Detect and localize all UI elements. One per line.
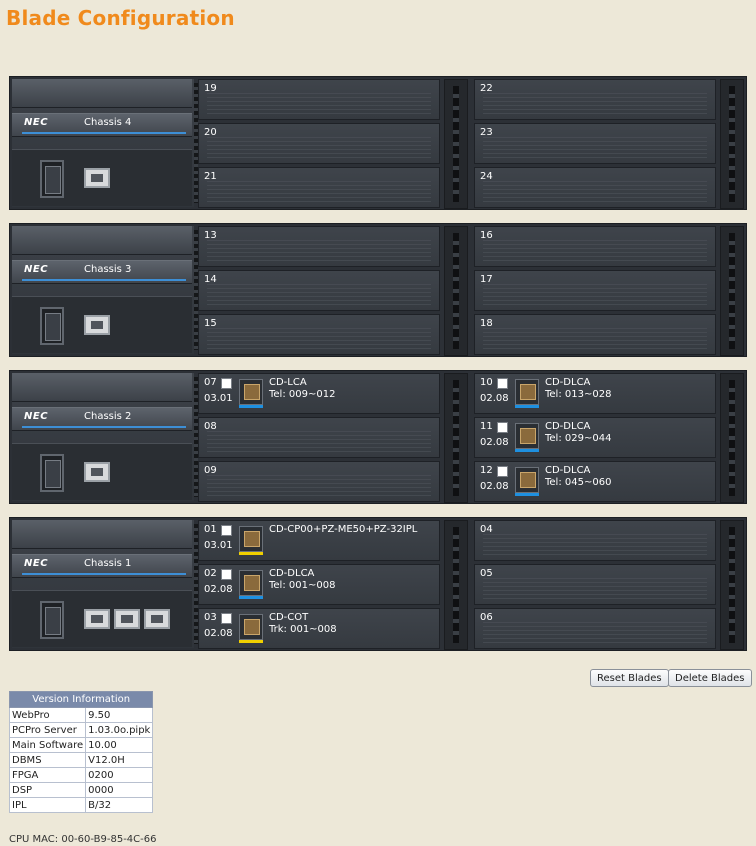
slot-01[interactable]: 01 03.01 CD-CP00+PZ-ME50+PZ-32IPL <box>198 520 440 561</box>
bay-left: 13 14 15 <box>198 226 472 356</box>
lan-port-icon <box>84 609 110 629</box>
slot-24[interactable]: 24 <box>474 167 716 208</box>
bay-left: 07 03.01 CD-LCA Tel: 009~012 08 09 <box>198 373 472 503</box>
chassis-label: Chassis 3 <box>84 264 132 275</box>
nec-logo: NEC <box>24 117 49 128</box>
bay-right: 16 17 18 <box>474 226 748 356</box>
slot-17[interactable]: 17 <box>474 270 716 311</box>
card-name: CD-LCA <box>269 377 307 388</box>
bay-right: 04 05 06 <box>474 520 748 650</box>
card-name: CD-DLCA <box>545 421 591 432</box>
bay-right: 22 23 24 <box>474 79 748 209</box>
slot-checkbox[interactable] <box>221 569 232 580</box>
card-name: CD-DLCA <box>545 377 591 388</box>
bay-right: 10 02.08 CD-DLCA Tel: 013~028 11 02.08 C… <box>474 373 748 503</box>
chassis-label: Chassis 1 <box>84 558 132 569</box>
page-title: Blade Configuration <box>6 6 235 30</box>
lan-port-icon <box>144 609 170 629</box>
slot-14[interactable]: 14 <box>198 270 440 311</box>
blade-card-icon <box>239 570 263 599</box>
slot-19[interactable]: 19 <box>198 79 440 120</box>
slot-10[interactable]: 10 02.08 CD-DLCA Tel: 013~028 <box>474 373 716 414</box>
blade-card-icon <box>239 614 263 643</box>
lan-port-icon <box>84 462 110 482</box>
slot-23[interactable]: 23 <box>474 123 716 164</box>
reset-blades-button[interactable]: Reset Blades <box>590 669 669 687</box>
slot-03[interactable]: 03 02.08 CD-COT Trk: 001~008 <box>198 608 440 649</box>
card-range: Tel: 001~008 <box>269 580 336 591</box>
slot-16[interactable]: 16 <box>474 226 716 267</box>
blade-card-icon <box>515 379 539 408</box>
slot-12[interactable]: 12 02.08 CD-DLCA Tel: 045~060 <box>474 461 716 502</box>
power-switch-icon <box>40 454 64 492</box>
blade-card-icon <box>239 526 263 555</box>
slot-22[interactable]: 22 <box>474 79 716 120</box>
delete-blades-button[interactable]: Delete Blades <box>668 669 752 687</box>
slot-06[interactable]: 06 <box>474 608 716 649</box>
table-row: DSP 0000 <box>8 782 154 798</box>
power-switch-icon <box>40 307 64 345</box>
power-switch-icon <box>40 601 64 639</box>
slot-11[interactable]: 11 02.08 CD-DLCA Tel: 029~044 <box>474 417 716 458</box>
chassis-3: NEC Chassis 3 13 14 15 16 17 18 <box>9 223 747 357</box>
slot-checkbox[interactable] <box>497 422 508 433</box>
lan-port-icon <box>114 609 140 629</box>
slot-21[interactable]: 21 <box>198 167 440 208</box>
version-info-title: Version Information <box>8 691 154 708</box>
nec-logo: NEC <box>24 558 49 569</box>
lan-port-icon <box>84 168 110 188</box>
slot-checkbox[interactable] <box>497 378 508 389</box>
card-range: Tel: 013~028 <box>545 389 612 400</box>
bay-left: 01 03.01 CD-CP00+PZ-ME50+PZ-32IPL 02 02.… <box>198 520 472 650</box>
card-range: Tel: 045~060 <box>545 477 612 488</box>
slot-18[interactable]: 18 <box>474 314 716 355</box>
nec-logo: NEC <box>24 411 49 422</box>
card-range: Trk: 001~008 <box>269 624 337 635</box>
slot-15[interactable]: 15 <box>198 314 440 355</box>
table-row: WebPro 9.50 <box>8 707 154 723</box>
table-row: DBMS V12.0H <box>8 752 154 768</box>
blade-card-icon <box>515 467 539 496</box>
nec-logo: NEC <box>24 264 49 275</box>
version-info-table: Version Information WebPro 9.50 PCPro Ser… <box>8 691 154 813</box>
chassis-front: NEC Chassis 4 <box>12 79 198 207</box>
chassis-2: NEC Chassis 2 07 03.01 CD-LCA Tel: 009~0… <box>9 370 747 504</box>
card-name: CD-DLCA <box>545 465 591 476</box>
slot-13[interactable]: 13 <box>198 226 440 267</box>
card-range: Tel: 009~012 <box>269 389 336 400</box>
slot-checkbox[interactable] <box>221 613 232 624</box>
slot-checkbox[interactable] <box>221 525 232 536</box>
power-switch-icon <box>40 160 64 198</box>
chassis-front: NEC Chassis 1 <box>12 520 198 648</box>
table-row: Main Software 10.00 <box>8 737 154 753</box>
card-name: CD-COT <box>269 612 309 623</box>
table-row: IPL B/32 <box>8 797 154 813</box>
slot-20[interactable]: 20 <box>198 123 440 164</box>
chassis-front: NEC Chassis 3 <box>12 226 198 354</box>
slot-08[interactable]: 08 <box>198 417 440 458</box>
slot-07[interactable]: 07 03.01 CD-LCA Tel: 009~012 <box>198 373 440 414</box>
slot-04[interactable]: 04 <box>474 520 716 561</box>
lan-port-icon <box>84 315 110 335</box>
slot-02[interactable]: 02 02.08 CD-DLCA Tel: 001~008 <box>198 564 440 605</box>
card-name: CD-CP00+PZ-ME50+PZ-32IPL <box>269 524 418 535</box>
card-name: CD-DLCA <box>269 568 315 579</box>
table-row: PCPro Server 1.03.0o.pipk <box>8 722 154 738</box>
slot-checkbox[interactable] <box>221 378 232 389</box>
slot-05[interactable]: 05 <box>474 564 716 605</box>
chassis-front: NEC Chassis 2 <box>12 373 198 501</box>
table-row: FPGA 0200 <box>8 767 154 783</box>
chassis-4: NEC Chassis 4 19 20 21 22 23 24 <box>9 76 747 210</box>
chassis-label: Chassis 2 <box>84 411 132 422</box>
chassis-1: NEC Chassis 1 01 03.01 CD-CP00+PZ-ME50+P… <box>9 517 747 651</box>
blade-card-icon <box>515 423 539 452</box>
bay-left: 19 20 21 <box>198 79 472 209</box>
cpu-mac: CPU MAC: 00-60-B9-85-4C-66 <box>9 834 157 845</box>
chassis-label: Chassis 4 <box>84 117 132 128</box>
slot-09[interactable]: 09 <box>198 461 440 502</box>
slot-checkbox[interactable] <box>497 466 508 477</box>
blade-card-icon <box>239 379 263 408</box>
card-range: Tel: 029~044 <box>545 433 612 444</box>
